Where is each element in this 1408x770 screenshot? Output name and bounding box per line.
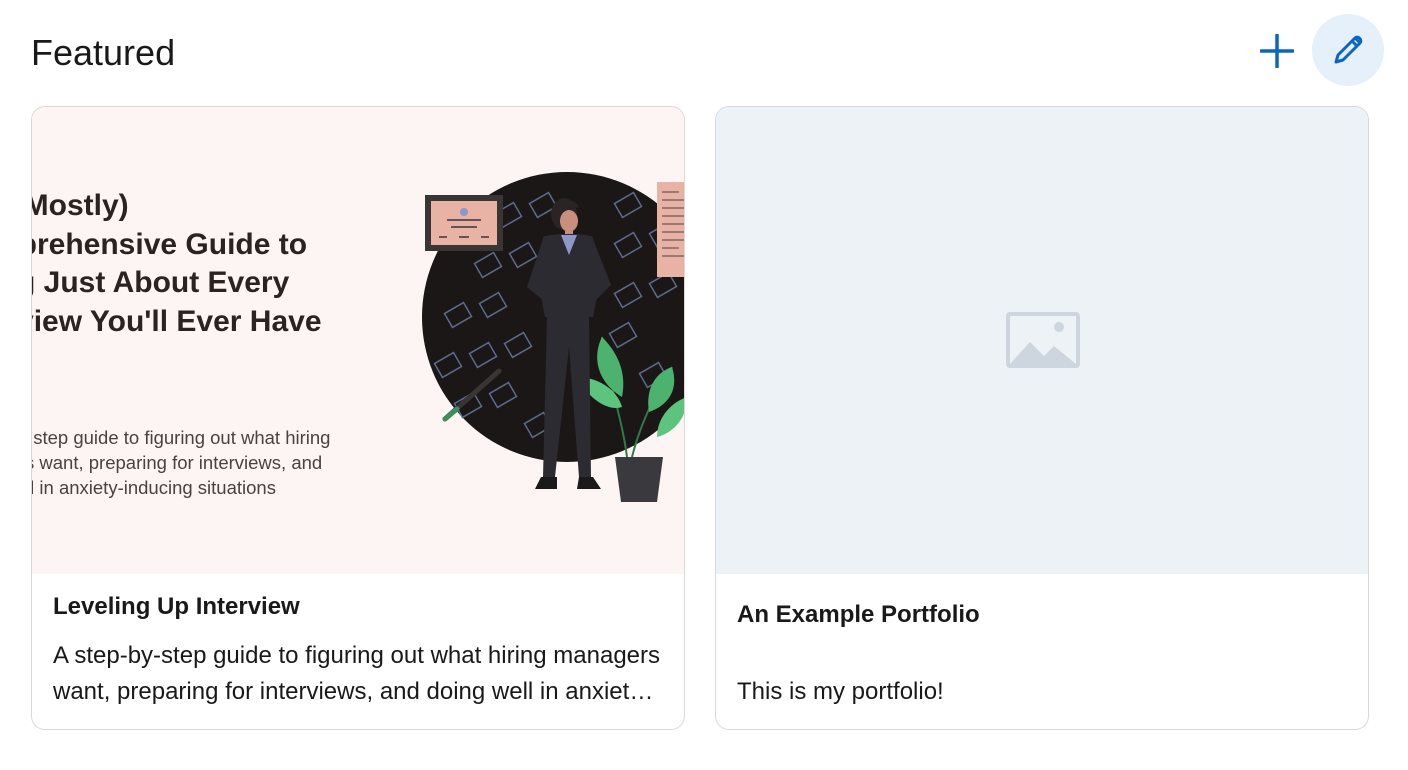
featured-section: Featured The (Mostly) Comprehensive Guid… [0,0,1408,770]
pencil-icon [1334,35,1363,64]
thumbnail-subtitle: A step by step guide to figuring out wha… [32,427,331,498]
section-title: Featured [31,32,176,73]
card-description: A step-by-step guide to figuring out wha… [53,642,661,705]
featured-card[interactable]: An Example Portfolio This is my portfoli… [715,106,1369,730]
add-featured-button[interactable] [1244,18,1310,84]
thumbnail-title: The (Mostly) Comprehensive Guide to Acin… [32,189,322,338]
card-title: An Example Portfolio [737,601,980,628]
featured-card[interactable]: The (Mostly) Comprehensive Guide to Acin… [31,106,685,730]
card-description: This is my portfolio! [737,678,944,705]
edit-featured-button[interactable] [1312,14,1384,86]
card-thumbnail: The (Mostly) Comprehensive Guide to Acin… [32,107,684,574]
card-title: Leveling Up Interview [53,593,300,620]
image-placeholder-icon [1006,312,1080,368]
plus-icon [1260,34,1294,68]
card-thumbnail [716,107,1368,574]
interview-illustration [422,172,684,502]
